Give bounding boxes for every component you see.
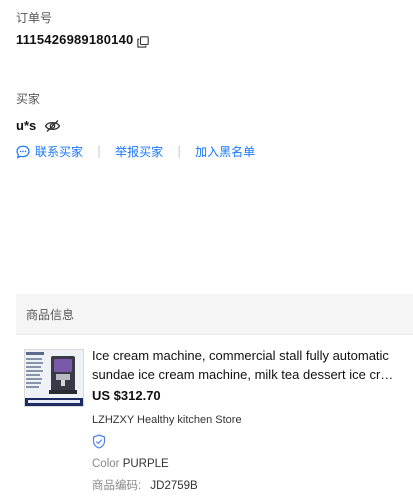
buyer-actions: 联系买家 | 举报买家 | 加入黑名单 [16, 142, 255, 160]
ice-cream-machine-image[interactable] [24, 349, 84, 407]
order-number-label: 订单号 [16, 11, 53, 25]
buyer-row: u*s [16, 116, 61, 134]
sku-label: 商品编码: [92, 480, 142, 492]
sku-value: JD2759B [150, 480, 198, 492]
shield-check-icon [92, 434, 106, 449]
order-number-row: 1115426989180140 [16, 30, 150, 48]
color-row: Color PURPLE [92, 458, 169, 470]
sku-row: 商品编码: JD2759B [92, 477, 198, 493]
blacklist-buyer-link[interactable]: 加入黑名单 [195, 143, 255, 160]
copy-icon[interactable] [137, 33, 150, 48]
buyer-label: 买家 [16, 92, 41, 106]
action-divider: | [97, 144, 102, 158]
product-info-title: 商品信息 [26, 308, 75, 322]
contact-buyer-link[interactable]: 联系买家 [35, 143, 83, 160]
buyer-name: u*s [16, 117, 37, 133]
report-buyer-link[interactable]: 举报买家 [115, 143, 163, 160]
chat-icon[interactable] [16, 144, 30, 159]
action-divider: | [177, 144, 182, 158]
color-label: Color [92, 458, 120, 470]
product-price: US $312.70 [92, 388, 161, 403]
order-number: 1115426989180140 [16, 31, 134, 47]
color-value: PURPLE [122, 458, 169, 470]
eye-slash-icon[interactable] [44, 118, 61, 132]
product-title[interactable]: Ice cream machine, commercial stall full… [92, 346, 397, 384]
product-info-header: 商品信息 [16, 294, 413, 335]
store-name[interactable]: LZHZXY Healthy kitchen Store [92, 414, 242, 426]
